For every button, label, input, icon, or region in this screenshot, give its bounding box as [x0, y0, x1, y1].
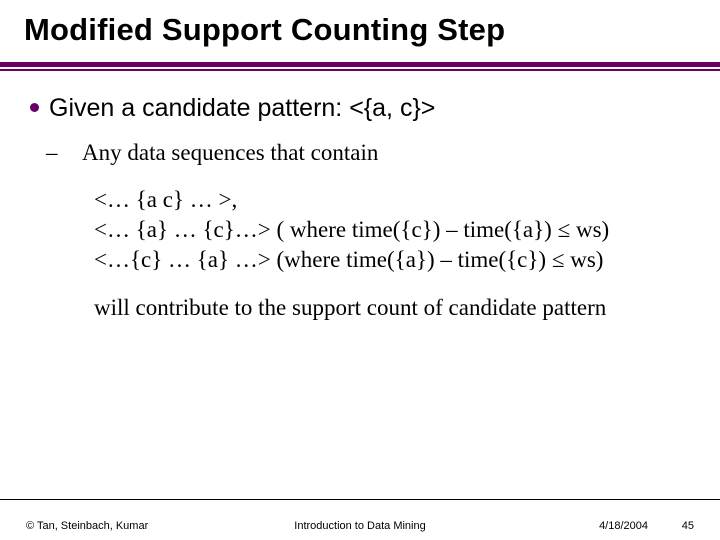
rule-thin: [0, 69, 720, 71]
slide-body: Given a candidate pattern: <{a, c}> –Any…: [30, 92, 680, 323]
bullet-level2: –Any data sequences that contain: [64, 139, 680, 168]
dash-icon: –: [64, 139, 76, 168]
bullet-dot-icon: [30, 103, 39, 112]
seq-line-2: <… {a} … {c}…> ( where time({c}) – time(…: [94, 215, 680, 245]
footer-rule: [0, 499, 720, 500]
page-title: Modified Support Counting Step: [24, 12, 505, 48]
bullet-level1: Given a candidate pattern: <{a, c}>: [30, 92, 680, 125]
slide: Modified Support Counting Step Given a c…: [0, 0, 720, 540]
rule-thick: [0, 62, 720, 67]
bullet1-text: Given a candidate pattern: <{a, c}>: [49, 94, 435, 122]
sequence-block: <… {a c} … >, <… {a} … {c}…> ( where tim…: [94, 185, 680, 275]
title-rule: [0, 62, 720, 71]
seq-line-3: <…{c} … {a} …> (where time({a}) – time({…: [94, 245, 680, 275]
closing-text: will contribute to the support count of …: [94, 293, 680, 323]
sub1-text: Any data sequences that contain: [82, 140, 378, 165]
footer-date: 4/18/2004: [599, 520, 648, 532]
seq-line-1: <… {a c} … >,: [94, 185, 680, 215]
footer-page: 45: [682, 520, 694, 532]
